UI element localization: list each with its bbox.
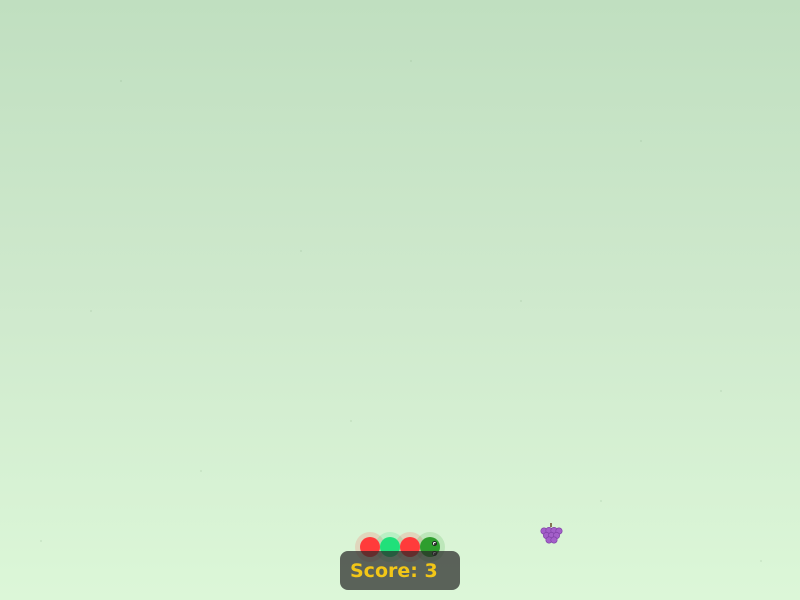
background-speckle (600, 500, 602, 502)
background-speckle (90, 310, 92, 312)
snake-eye-icon (432, 541, 437, 546)
background-speckle (760, 560, 762, 562)
background-speckle (350, 420, 352, 422)
background-speckle (720, 390, 722, 392)
grapes-icon (538, 521, 564, 547)
background-speckle (520, 300, 522, 302)
score-panel: Score: 3 (340, 551, 460, 590)
background-speckle (120, 80, 122, 82)
background-speckle (410, 60, 412, 62)
score-label: Score: 3 (350, 559, 438, 582)
background-speckle (200, 470, 202, 472)
background-speckle (40, 540, 42, 542)
background-speckle (640, 140, 642, 142)
game-board[interactable]: Score: 3 (0, 0, 800, 600)
background-speckle (300, 250, 302, 252)
